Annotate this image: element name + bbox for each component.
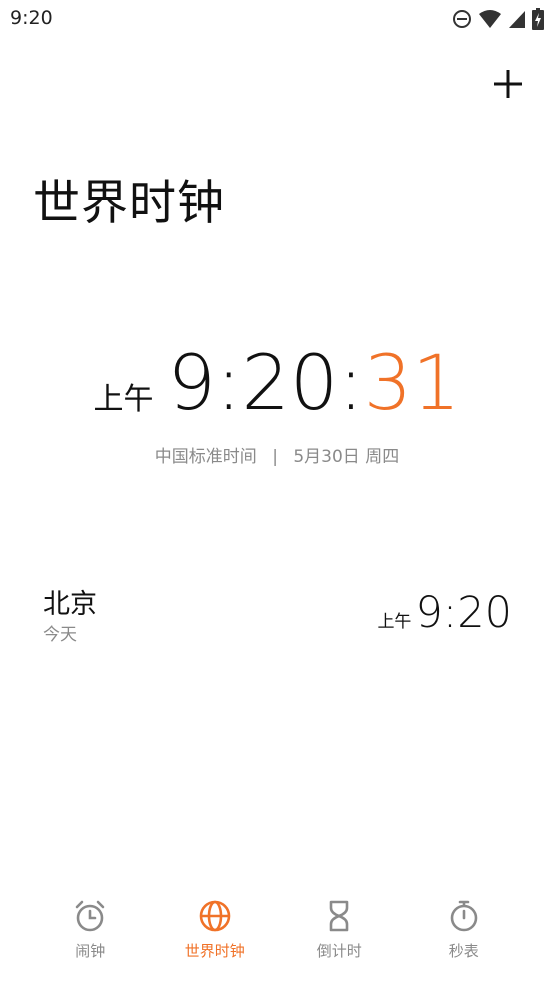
alarm-clock-icon [70, 896, 110, 936]
info-separator: | [272, 447, 278, 467]
signal-icon [508, 9, 526, 29]
nav-label-stopwatch: 秒表 [448, 942, 479, 960]
local-clock: 上午 9:20: 31 [0, 338, 554, 427]
plus-icon [492, 68, 524, 104]
status-bar: 9:20 [0, 0, 554, 38]
city-row[interactable]: 北京 今天 上午 9:20 [0, 580, 554, 650]
nav-item-world-clock[interactable]: 世界时钟 [153, 896, 278, 985]
local-clock-seconds: 31 [363, 338, 461, 427]
do-not-disturb-icon [452, 9, 472, 29]
nav-item-timer[interactable]: 倒计时 [277, 896, 402, 985]
local-clock-hour-minute: 9:20: [167, 338, 364, 427]
status-time: 9:20 [10, 7, 53, 29]
date-label: 5月30日 周四 [293, 447, 400, 467]
battery-charging-icon [532, 8, 544, 30]
timezone-label: 中国标准时间 [154, 447, 257, 467]
city-name: 北京 [43, 589, 97, 620]
local-clock-ampm: 上午 [93, 382, 154, 417]
status-icons [452, 8, 544, 30]
hourglass-icon [319, 896, 359, 936]
globe-icon [195, 896, 235, 936]
bottom-nav: 闹钟 世界时钟 倒计时 秒表 [0, 896, 554, 985]
nav-item-alarm[interactable]: 闹钟 [28, 896, 153, 985]
local-clock-info: 中国标准时间 | 5月30日 周四 [0, 442, 554, 467]
add-city-button[interactable] [488, 66, 528, 106]
nav-label-alarm: 闹钟 [75, 942, 106, 960]
city-ampm: 上午 [377, 612, 412, 632]
city-time: 上午 9:20 [377, 588, 512, 638]
wifi-icon [478, 9, 502, 29]
page-title: 世界时钟 [33, 176, 225, 231]
city-day: 今天 [43, 625, 77, 645]
nav-label-timer: 倒计时 [316, 942, 362, 960]
city-hour-minute: 9:20 [415, 588, 512, 638]
nav-label-world-clock: 世界时钟 [184, 942, 245, 960]
stopwatch-icon [444, 896, 484, 936]
nav-item-stopwatch[interactable]: 秒表 [402, 896, 527, 985]
